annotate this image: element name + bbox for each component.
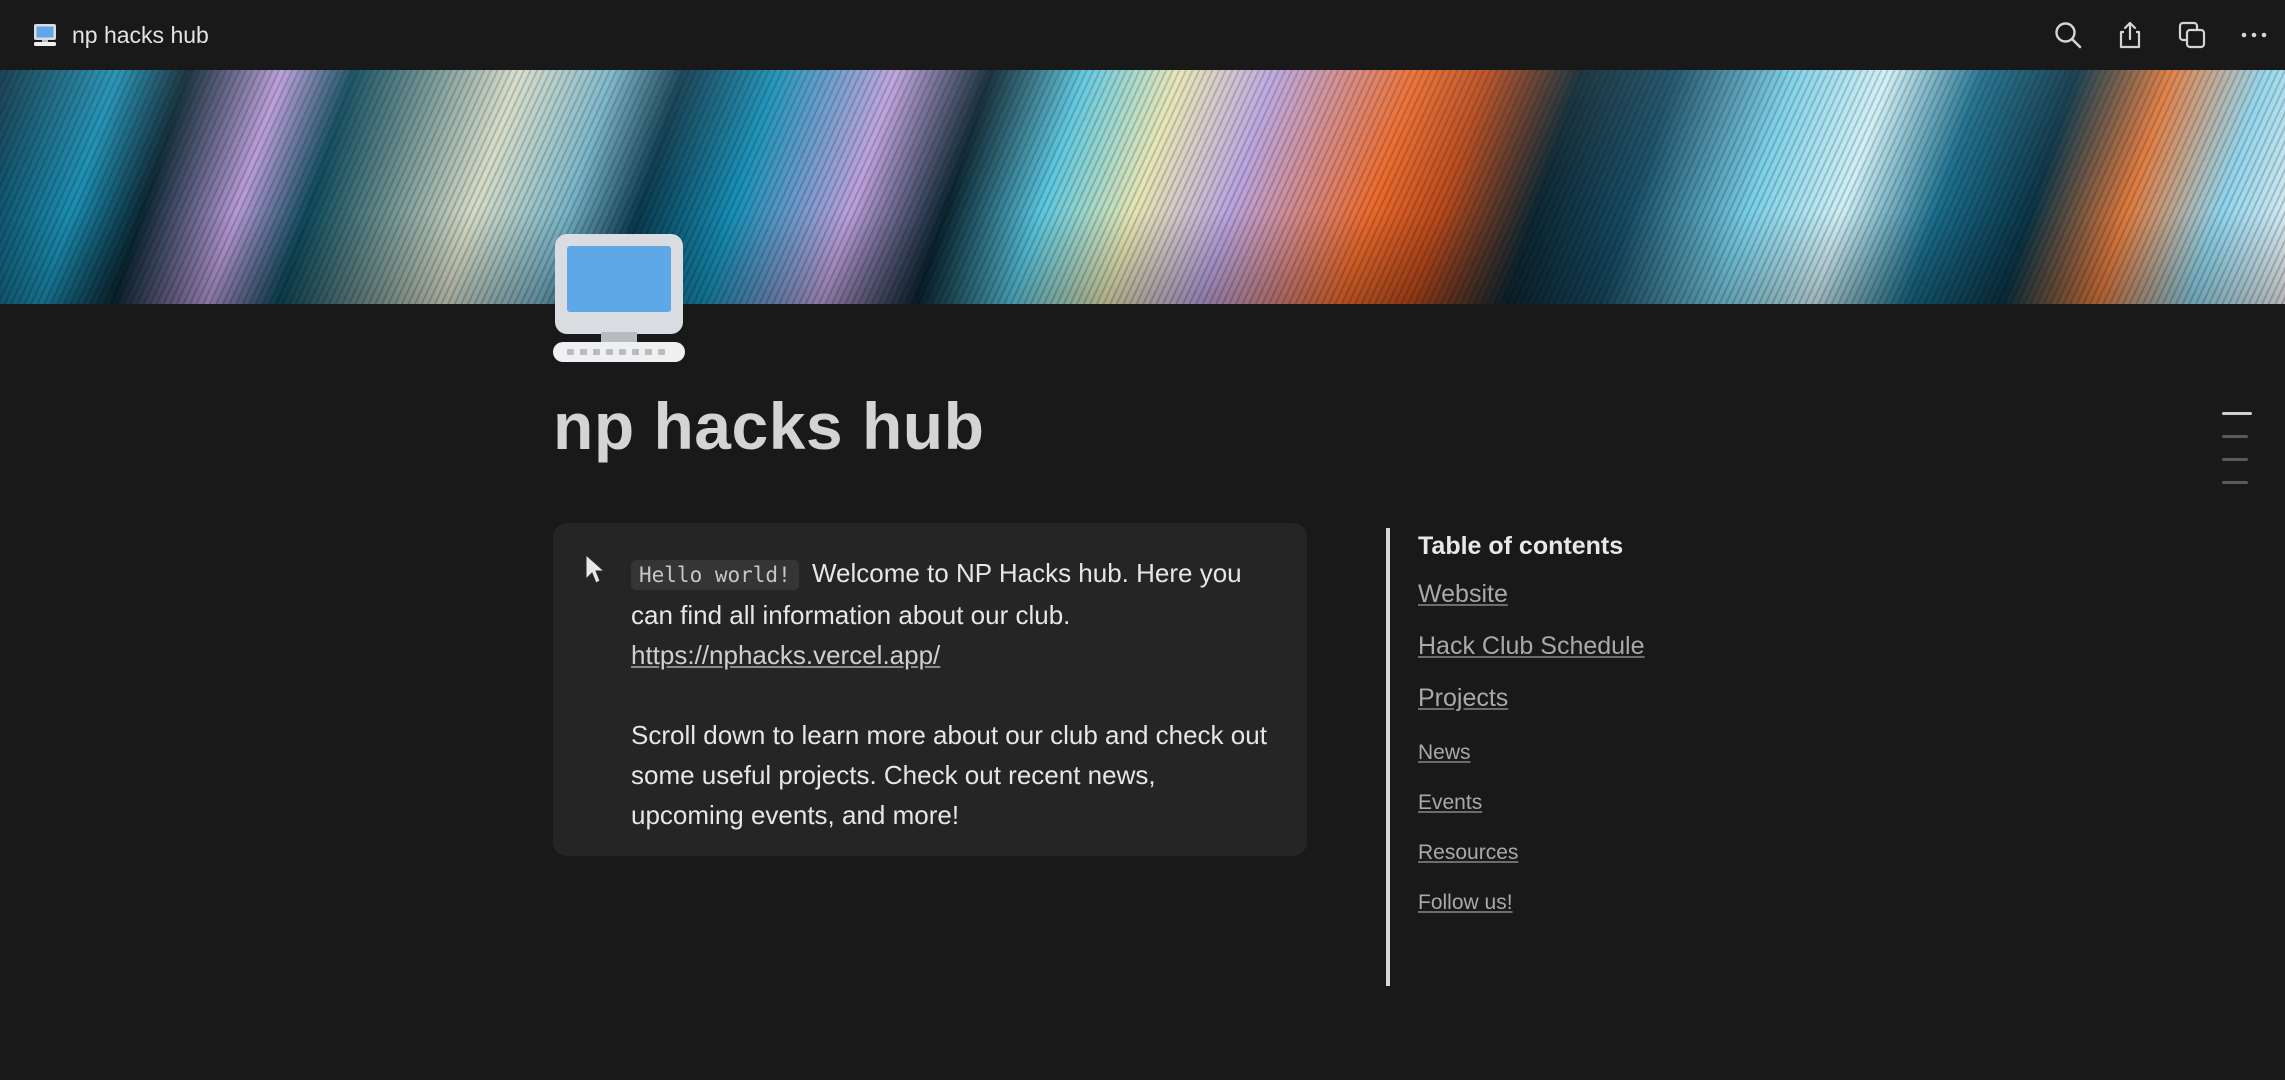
outline-marker-2[interactable] [2222,435,2248,438]
callout-block[interactable]: Hello world! Welcome to NP Hacks hub. He… [553,523,1307,856]
toc-item-events[interactable]: Events [1418,789,1786,817]
computer-icon[interactable] [553,232,685,364]
outline-marker-3[interactable] [2222,458,2248,461]
callout-paragraph-2: Scroll down to learn more about our club… [631,720,1267,830]
top-bar: np hacks hub [0,0,2285,70]
breadcrumb-title: np hacks hub [72,21,209,48]
share-button[interactable] [2099,0,2161,70]
topbar-actions [2037,0,2285,70]
search-icon [2055,22,2082,49]
toc-item-resources[interactable]: Resources [1418,839,1786,867]
search-button[interactable] [2037,0,2099,70]
outline-minimap[interactable] [2222,412,2252,504]
duplicate-button[interactable] [2161,0,2223,70]
toc-item-news[interactable]: News [1418,739,1786,767]
cover-sheen [0,70,2285,304]
share-icon [2119,21,2141,49]
outline-marker-1[interactable] [2222,412,2252,415]
website-link[interactable]: https://nphacks.vercel.app/ [631,640,940,670]
toc-heading: Table of contents [1418,532,1624,560]
toc-item-hack-club-schedule[interactable]: Hack Club Schedule [1418,629,1786,663]
callout-paragraph-1: Hello world! Welcome to NP Hacks hub. He… [631,553,1271,675]
toc-item-projects[interactable]: Projects [1418,681,1786,715]
inline-code: Hello world! [631,560,799,590]
toc-item-follow-us[interactable]: Follow us! [1418,889,1786,917]
breadcrumb[interactable]: np hacks hub [32,22,209,49]
computer-icon [34,24,56,46]
cursor-icon[interactable] [583,553,607,585]
toc-item-website[interactable]: Website [1418,577,1786,611]
more-button[interactable] [2223,0,2285,70]
more-icon [2241,32,2267,38]
cover-image[interactable] [0,70,2285,304]
outline-marker-4[interactable] [2222,481,2248,484]
callout-text: Hello world! Welcome to NP Hacks hub. He… [631,553,1271,835]
table-of-contents: Table of contents Website Hack Club Sche… [1386,528,1786,986]
duplicate-icon [2178,21,2206,49]
page-title[interactable]: np hacks hub [553,388,984,464]
